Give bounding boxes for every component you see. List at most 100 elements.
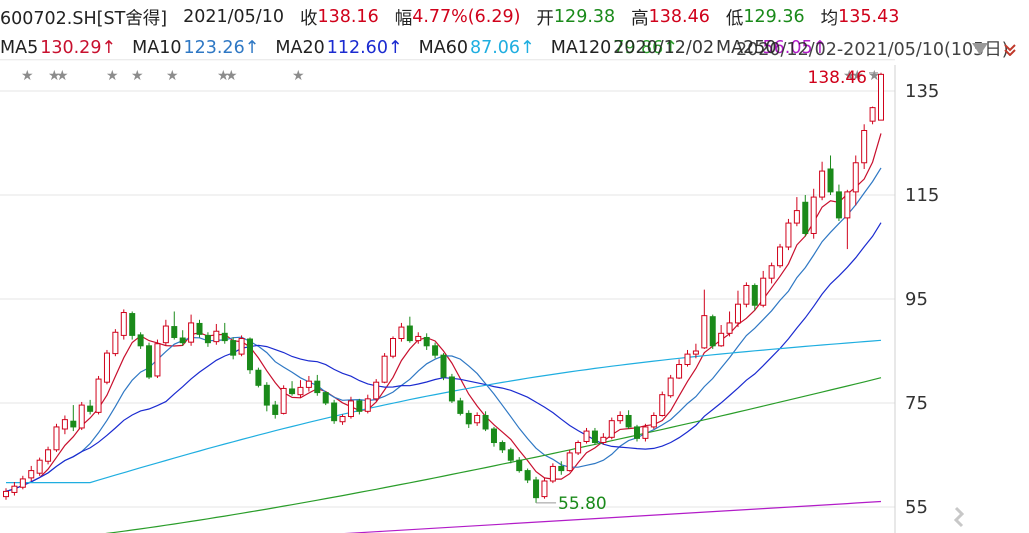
candle xyxy=(95,375,102,415)
candle xyxy=(642,423,649,442)
candle-body xyxy=(844,191,851,219)
candle xyxy=(103,349,110,385)
candle-body xyxy=(204,334,211,344)
candle xyxy=(524,468,531,484)
candle-body xyxy=(331,402,338,422)
candle-body xyxy=(314,380,321,394)
candle-body xyxy=(583,430,590,442)
candle xyxy=(793,197,800,227)
candle-body xyxy=(692,350,699,355)
candle-body xyxy=(768,265,775,279)
candle-body xyxy=(120,312,127,336)
candle-body xyxy=(524,470,531,481)
candle-body xyxy=(356,400,363,412)
candle xyxy=(507,447,514,464)
y-tick-label: 75 xyxy=(905,393,928,414)
candle-body xyxy=(457,400,464,414)
candle-body xyxy=(137,334,144,347)
candle xyxy=(255,367,262,388)
candle-body xyxy=(499,442,506,451)
candle xyxy=(676,359,683,380)
candle-body xyxy=(11,485,18,493)
candle xyxy=(246,337,253,374)
candle-body xyxy=(289,388,296,395)
candle xyxy=(861,124,868,169)
candle xyxy=(280,385,287,415)
candle xyxy=(78,401,85,431)
candle xyxy=(87,399,94,415)
candle xyxy=(659,391,666,417)
candle-body xyxy=(171,326,178,338)
candle xyxy=(835,184,842,221)
candle-body xyxy=(322,392,329,404)
ma250-line xyxy=(344,500,882,533)
candle xyxy=(70,405,77,432)
candle xyxy=(457,397,464,416)
candle-body xyxy=(78,404,85,429)
candle xyxy=(802,195,809,237)
candle xyxy=(667,374,674,398)
candle-body xyxy=(364,398,371,412)
stock-chart-window: 600702.SH[ST舍得] 2021/05/10 收 138.16 幅 4.… xyxy=(0,0,1029,533)
candle xyxy=(305,375,312,392)
candle-body xyxy=(474,414,481,424)
candle xyxy=(617,411,624,424)
candle xyxy=(53,423,60,452)
candle xyxy=(120,309,127,340)
candle-body xyxy=(280,387,287,414)
candle-body xyxy=(575,442,582,454)
candle xyxy=(11,482,18,496)
candle-body xyxy=(70,420,77,428)
candle-body xyxy=(684,353,691,366)
candlestick-chart[interactable]: ★ ★★ ★ ★ ★ ★★ ★ ★★ ★ 557595115135 138.4655.80 xyxy=(0,0,1029,533)
candle xyxy=(36,457,43,476)
candle-body xyxy=(448,376,455,402)
candle-body xyxy=(541,480,548,498)
candle xyxy=(238,335,245,357)
candle xyxy=(448,373,455,403)
candle-body xyxy=(61,419,68,430)
candle-body xyxy=(676,364,683,379)
candle-body xyxy=(103,352,110,383)
candle xyxy=(423,333,430,350)
event-star-icon: ★ xyxy=(292,68,305,84)
candle-body xyxy=(53,426,60,451)
candle-body xyxy=(297,386,304,396)
candle xyxy=(583,427,590,444)
candle xyxy=(146,342,153,380)
candle-body xyxy=(263,384,270,406)
candle-body xyxy=(625,414,632,428)
candle-body xyxy=(465,412,472,425)
candle-body xyxy=(129,313,136,336)
candle xyxy=(650,412,657,429)
candle-body xyxy=(734,303,741,324)
candle-body xyxy=(566,452,573,472)
candle-body xyxy=(154,343,161,377)
candle xyxy=(819,161,826,201)
y-tick-label: 135 xyxy=(905,81,939,102)
candle-body xyxy=(642,426,649,439)
candle-body xyxy=(246,338,253,371)
candle-body xyxy=(255,369,262,386)
candle-body xyxy=(95,378,102,413)
candle xyxy=(709,314,716,349)
candle xyxy=(465,410,472,428)
candle-body xyxy=(112,331,119,355)
candle xyxy=(154,339,161,379)
candle-body xyxy=(373,381,380,400)
candle-body xyxy=(230,340,237,356)
candle-body xyxy=(650,414,657,428)
candle-body xyxy=(507,449,514,461)
candle-body xyxy=(272,404,279,415)
candle-body xyxy=(415,335,422,342)
candle-body xyxy=(819,170,826,198)
candle xyxy=(768,262,775,284)
candle-body xyxy=(87,405,94,412)
candle xyxy=(852,155,859,206)
candle-body xyxy=(482,414,489,430)
candle-body xyxy=(398,326,405,340)
candle xyxy=(171,311,178,340)
candle xyxy=(196,319,203,338)
candle xyxy=(684,349,691,367)
candle-body xyxy=(869,107,876,122)
